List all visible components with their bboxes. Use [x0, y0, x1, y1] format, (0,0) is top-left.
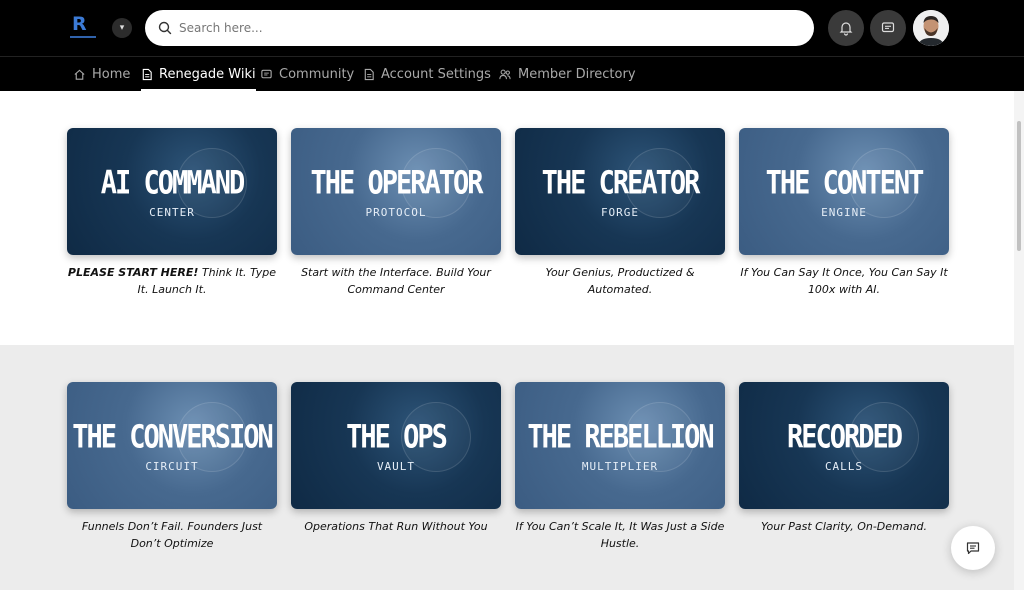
- home-icon: [74, 69, 85, 80]
- course-description: If You Can Say It Once, You Can Say It 1…: [740, 266, 948, 296]
- search-input[interactable]: [179, 10, 799, 46]
- people-icon: [499, 69, 511, 79]
- course-description: Funnels Don’t Fail. Founders Just Don’t …: [81, 520, 263, 550]
- nav-item-label: Member Directory: [518, 66, 636, 82]
- course-card[interactable]: THE OPERATOR PROTOCOL Start with the Int…: [291, 128, 501, 298]
- top-bar: R ▾: [0, 0, 1024, 56]
- course-title: THE CONVERSION: [72, 419, 274, 456]
- course-subtitle: CENTER: [149, 206, 195, 219]
- nav-item-label: Home: [92, 66, 131, 82]
- course-card[interactable]: THE OPS VAULT Operations That Run Withou…: [291, 382, 501, 535]
- course-description: PLEASE START HERE! Think It. Type It. La…: [67, 266, 277, 296]
- chat-bubble-icon: [966, 542, 980, 555]
- course-title: AI COMMAND: [100, 165, 246, 202]
- course-subtitle: MULTIPLIER: [581, 460, 659, 473]
- course-thumbnail[interactable]: THE CREATOR FORGE: [515, 128, 725, 255]
- message-icon: [881, 22, 895, 33]
- course-subtitle: FORGE: [600, 206, 640, 219]
- chat-icon: [261, 69, 272, 78]
- course-card[interactable]: AI COMMAND CENTER PLEASE START HERE! Thi…: [67, 128, 277, 298]
- scrollbar-thumb[interactable]: [1017, 121, 1021, 251]
- course-subtitle: VAULT: [376, 460, 416, 473]
- course-subtitle: CIRCUIT: [145, 460, 199, 473]
- course-section-1: AI COMMAND CENTER PLEASE START HERE! Thi…: [0, 91, 1014, 345]
- course-title: THE CREATOR: [541, 165, 701, 202]
- course-title: THE OPS: [346, 419, 448, 456]
- nav-item-renegade-wiki[interactable]: Renegade Wiki: [141, 57, 256, 91]
- course-title: RECORDED: [786, 419, 903, 456]
- page-scrollbar[interactable]: [1014, 91, 1024, 590]
- course-thumbnail[interactable]: THE OPERATOR PROTOCOL: [291, 128, 501, 255]
- course-subtitle: PROTOCOL: [365, 206, 427, 219]
- course-description: Operations That Run Without You: [304, 520, 488, 533]
- course-thumbnail[interactable]: THE REBELLION MULTIPLIER: [515, 382, 725, 509]
- document-icon: [142, 68, 152, 80]
- nav-item-label: Renegade Wiki: [159, 66, 256, 82]
- chevron-down-icon[interactable]: ▾: [112, 18, 132, 38]
- search-icon: [158, 21, 172, 35]
- course-thumbnail[interactable]: AI COMMAND CENTER: [67, 128, 277, 255]
- search-bar[interactable]: [145, 10, 814, 46]
- nav-item-account-settings[interactable]: Account Settings: [363, 57, 491, 91]
- brand-logo[interactable]: R: [70, 14, 100, 40]
- course-description: Your Past Clarity, On-Demand.: [761, 520, 927, 533]
- course-card[interactable]: RECORDED CALLS Your Past Clarity, On-Dem…: [739, 382, 949, 535]
- logo-letter-icon: R: [72, 13, 87, 35]
- course-description: Your Genius, Productized & Automated.: [545, 266, 695, 296]
- course-thumbnail[interactable]: RECORDED CALLS: [739, 382, 949, 509]
- nav-item-home[interactable]: Home: [73, 57, 130, 91]
- course-card[interactable]: THE CONVERSION CIRCUIT Funnels Don’t Fai…: [67, 382, 277, 552]
- course-description: If You Can’t Scale It, It Was Just a Sid…: [515, 520, 725, 550]
- course-title: THE OPERATOR: [310, 165, 483, 202]
- chat-support-button[interactable]: [951, 526, 995, 570]
- course-title: THE CONTENT: [765, 165, 925, 202]
- course-section-2: THE CONVERSION CIRCUIT Funnels Don’t Fai…: [0, 345, 1014, 590]
- course-thumbnail[interactable]: THE CONVERSION CIRCUIT: [67, 382, 277, 509]
- notifications-button[interactable]: [828, 10, 864, 46]
- course-thumbnail[interactable]: THE CONTENT ENGINE: [739, 128, 949, 255]
- main-nav: Home Renegade Wiki Community Account Set…: [0, 56, 1024, 91]
- course-card[interactable]: THE CREATOR FORGE Your Genius, Productiz…: [515, 128, 725, 298]
- user-avatar[interactable]: [913, 10, 949, 46]
- course-thumbnail[interactable]: THE OPS VAULT: [291, 382, 501, 509]
- nav-item-label: Community: [279, 66, 355, 82]
- course-card[interactable]: THE CONTENT ENGINE If You Can Say It Onc…: [739, 128, 949, 298]
- avatar-image: [913, 10, 949, 46]
- nav-item-community[interactable]: Community: [260, 57, 354, 91]
- course-subtitle: ENGINE: [821, 206, 867, 219]
- messages-button[interactable]: [870, 10, 906, 46]
- course-highlight: PLEASE START HERE!: [67, 266, 199, 279]
- bell-icon: [839, 22, 853, 36]
- course-title: THE REBELLION: [527, 419, 714, 456]
- document-icon: [364, 68, 374, 80]
- course-description: Start with the Interface. Build Your Com…: [301, 266, 491, 296]
- nav-item-member-directory[interactable]: Member Directory: [498, 57, 636, 91]
- nav-item-label: Account Settings: [381, 66, 491, 82]
- course-card[interactable]: THE REBELLION MULTIPLIER If You Can’t Sc…: [515, 382, 725, 552]
- course-subtitle: CALLS: [824, 460, 864, 473]
